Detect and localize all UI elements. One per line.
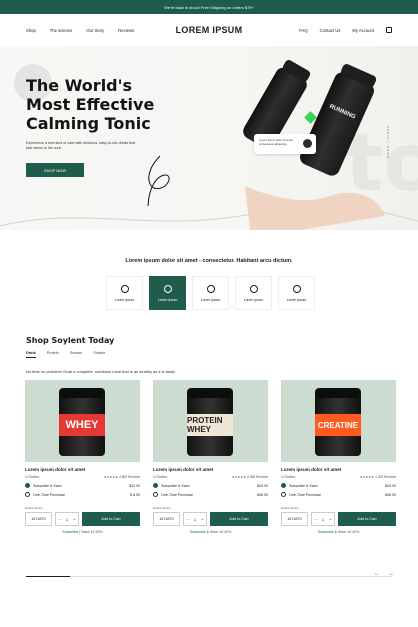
radio-icon[interactable] bbox=[153, 483, 158, 488]
benefit-item[interactable]: Lorem ipsum bbox=[278, 276, 315, 310]
product-image[interactable]: PROTEIN WHEY bbox=[153, 380, 268, 462]
page: { "announcement": "We're back in stock! … bbox=[0, 0, 418, 627]
add-to-cart-button[interactable]: Add to Cart bbox=[210, 512, 268, 526]
product-card: PROTEIN WHEY Lorem ipsum dolor sit amet … bbox=[153, 380, 268, 534]
benefits-intro: Lorem ipsum dolor sit amet - consectetur… bbox=[125, 258, 293, 264]
save-note: Subscribe & Save 10.42% bbox=[189, 530, 232, 534]
subscribe-option[interactable]: Subscribe & Save $43.00 bbox=[153, 483, 268, 488]
radio-icon[interactable] bbox=[25, 492, 30, 497]
product-card: CREATINE Lorem ipsum dolor sit amet 12 B… bbox=[281, 380, 396, 534]
subscribe-option[interactable]: Subscribe & Save $43.00 bbox=[281, 483, 396, 488]
nav-shop[interactable]: Shop bbox=[26, 28, 36, 33]
tab-snacks[interactable]: Snacks bbox=[70, 351, 82, 358]
delivery-label: Deliver Every bbox=[281, 506, 299, 510]
benefit-item[interactable]: Lorem ipsum bbox=[149, 276, 186, 310]
announcement-bar: We're back in stock! Free Shipping on or… bbox=[0, 0, 418, 14]
carousel-arrows: ← → bbox=[374, 571, 394, 577]
nav-contact[interactable]: Contact Us bbox=[320, 28, 341, 33]
product-name[interactable]: Lorem ipsum dolor sit amet bbox=[25, 467, 140, 472]
rating-stars-icon: ★★★★★ bbox=[231, 475, 247, 479]
delivery-label: Deliver Every bbox=[153, 506, 171, 510]
subscribe-option[interactable]: Subscribe & Save $11.00 bbox=[25, 483, 140, 488]
nav-science[interactable]: The science bbox=[50, 28, 73, 33]
quantity-stepper[interactable]: −1 + bbox=[55, 512, 79, 526]
hero-info-badge: Lorem ipsum dolor sit amet consectetur a… bbox=[254, 134, 316, 154]
radio-icon[interactable] bbox=[153, 492, 158, 497]
review-count: 4,869 Reviews bbox=[119, 475, 140, 479]
nav-faq[interactable]: FAQ bbox=[299, 28, 307, 33]
radio-icon[interactable] bbox=[281, 483, 286, 488]
product-tub: PROTEIN WHEY bbox=[187, 388, 233, 456]
benefit-item[interactable]: Lorem ipsum bbox=[192, 276, 229, 310]
radio-icon[interactable] bbox=[281, 492, 286, 497]
product-cards: WHEY Lorem ipsum dolor sit amet 12 Bottl… bbox=[25, 380, 396, 534]
save-note: Subscribe | Save 12.43% bbox=[62, 530, 103, 534]
sprout-icon bbox=[206, 284, 215, 293]
product-tub: WHEY bbox=[59, 388, 105, 456]
product-name[interactable]: Lorem ipsum dolor sit amet bbox=[281, 467, 396, 472]
shield-icon bbox=[120, 284, 129, 293]
product-tub: CREATINE bbox=[315, 388, 361, 456]
save-note: Subscribe & Save 10.42% bbox=[317, 530, 360, 534]
nav-reviews[interactable]: Reviews bbox=[118, 28, 134, 33]
one-time-option[interactable]: One-Time Purchase $45.00 bbox=[281, 492, 396, 497]
product-image[interactable]: CREATINE bbox=[281, 380, 396, 462]
product-count: 12 Bottles bbox=[153, 475, 168, 479]
quantity-stepper[interactable]: −1 + bbox=[311, 512, 335, 526]
cart-bag-icon[interactable] bbox=[386, 27, 392, 33]
shop-title: Shop Soylent Today bbox=[26, 336, 115, 345]
one-time-option[interactable]: One-Time Purchase $ 8.00 bbox=[25, 492, 140, 497]
product-name[interactable]: Lorem ipsum dolor sit amet bbox=[153, 467, 268, 472]
add-to-cart-button[interactable]: Add to Cart bbox=[338, 512, 396, 526]
product-image[interactable]: WHEY bbox=[25, 380, 140, 462]
carousel-progress bbox=[26, 576, 392, 577]
shop-tagline: No time no problem! Grab a complete, nut… bbox=[26, 369, 176, 374]
benefit-item[interactable]: Lorem ipsum bbox=[235, 276, 272, 310]
rating-stars-icon: ★★★★★ bbox=[103, 475, 119, 479]
product-count: 12 Bottles bbox=[25, 475, 40, 479]
review-count: 5,088 Reviews bbox=[247, 475, 268, 479]
delivery-select[interactable]: 15 DAYS bbox=[153, 512, 180, 526]
tab-drink[interactable]: Drink bbox=[26, 351, 36, 358]
product-count: 12 Bottles bbox=[281, 475, 296, 479]
cycle-icon bbox=[292, 284, 301, 293]
tab-shaker[interactable]: Shaker bbox=[93, 351, 105, 358]
arrow-right-icon[interactable]: → bbox=[388, 571, 394, 577]
add-to-cart-button[interactable]: Add to Cart bbox=[82, 512, 140, 526]
arrow-left-icon[interactable]: ← bbox=[374, 571, 380, 577]
hero-section: to The World's Most Effective Calming To… bbox=[0, 46, 418, 230]
nav-account[interactable]: My Account bbox=[352, 28, 374, 33]
benefits-row: Lorem ipsum Lorem ipsum Lorem ipsum Lore… bbox=[106, 276, 315, 310]
review-count: 1,205 Reviews bbox=[375, 475, 396, 479]
rating-stars-icon: ★★★★★ bbox=[359, 475, 375, 479]
product-card: WHEY Lorem ipsum dolor sit amet 12 Bottl… bbox=[25, 380, 140, 534]
main-nav: Shop The science Our Story Reviews LOREM… bbox=[0, 14, 418, 46]
benefit-item[interactable]: Lorem ipsum bbox=[106, 276, 143, 310]
badge-dot-icon bbox=[303, 139, 312, 148]
nav-our-story[interactable]: Our Story bbox=[86, 28, 104, 33]
carousel-progress-fill bbox=[26, 576, 70, 577]
drop-icon bbox=[249, 284, 258, 293]
leaf-icon bbox=[163, 284, 172, 293]
radio-icon[interactable] bbox=[25, 483, 30, 488]
quantity-stepper[interactable]: −1 + bbox=[183, 512, 207, 526]
tab-protein[interactable]: Protein bbox=[47, 351, 59, 358]
delivery-select[interactable]: 15 DAYS bbox=[281, 512, 308, 526]
delivery-label: Deliver Every bbox=[25, 506, 43, 510]
product-tabs: Drink Protein Snacks Shaker bbox=[26, 351, 105, 358]
delivery-select[interactable]: 15 DAYS bbox=[25, 512, 52, 526]
one-time-option[interactable]: One-Time Purchase $45.00 bbox=[153, 492, 268, 497]
